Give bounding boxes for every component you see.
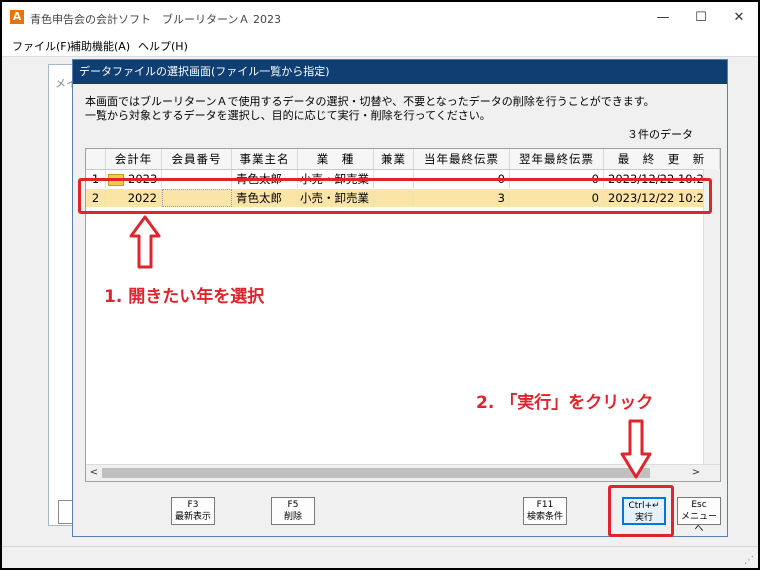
annotation-step1: 1. 開きたい年を選択 <box>104 287 265 307</box>
col-header-side-business[interactable]: 兼業 <box>374 149 414 169</box>
description-line-1: 本画面ではブルーリターンＡで使用するデータの選択・切替や、不要となったデータの削… <box>85 95 655 108</box>
search-condition-key: F11 <box>536 500 554 510</box>
refresh-label: 最新表示 <box>174 512 211 522</box>
down-arrow-icon <box>620 419 652 479</box>
back-to-menu-button[interactable]: Esc メニューへ <box>677 497 721 534</box>
search-condition-label: 検索条件 <box>526 512 563 522</box>
col-header-no <box>86 149 106 169</box>
menu-bar: ファイル(F) 補助機能(A) ヘルプ(H) <box>2 34 758 57</box>
refresh-key: F3 <box>187 500 199 510</box>
scroll-right-icon[interactable]: > <box>688 465 704 481</box>
col-header-industry[interactable]: 業 種 <box>298 149 374 169</box>
highlight-execute-button <box>608 485 674 537</box>
up-arrow-icon <box>129 215 161 269</box>
title-bar: A 青色申告会の会計ソフト ブルーリターンＡ 2023 — ☐ ✕ <box>2 2 758 34</box>
scroll-left-icon[interactable]: < <box>86 465 102 481</box>
dialog-title: データファイルの選択画面(ファイル一覧から指定) <box>73 60 727 84</box>
resize-grip-icon[interactable]: ⋰ <box>744 555 754 566</box>
description-line-2: 一覧から対象とするデータを選択し、目的に応じて実行・削除を行ってください。 <box>85 109 491 122</box>
col-header-member[interactable]: 会員番号 <box>162 149 232 169</box>
app-logo-icon: A <box>10 10 24 24</box>
col-header-owner[interactable]: 事業主名 <box>232 149 298 169</box>
delete-label: 削除 <box>283 512 302 522</box>
menu-help[interactable]: ヘルプ(H) <box>138 38 188 54</box>
close-button[interactable]: ✕ <box>724 8 754 28</box>
app-title: 青色申告会の会計ソフト ブルーリターンＡ 2023 <box>30 13 281 26</box>
maximize-button[interactable]: ☐ <box>686 8 716 28</box>
refresh-button[interactable]: F3 最新表示 <box>171 497 215 525</box>
col-header-current-voucher[interactable]: 当年最終伝票 <box>414 149 510 169</box>
back-to-menu-key: Esc <box>691 500 707 510</box>
search-condition-button[interactable]: F11 検索条件 <box>523 497 567 525</box>
menu-tools[interactable]: 補助機能(A) <box>70 38 130 54</box>
dialog-description: 本画面ではブルーリターンＡで使用するデータの選択・切替や、不要となったデータの削… <box>85 95 655 123</box>
minimize-button[interactable]: — <box>648 8 678 28</box>
col-header-next-voucher[interactable]: 翌年最終伝票 <box>510 149 604 169</box>
table-header: 会計年 会員番号 事業主名 業 種 兼業 当年最終伝票 翌年最終伝票 最 終 更… <box>86 149 720 170</box>
delete-button[interactable]: F5 削除 <box>271 497 315 525</box>
col-header-year[interactable]: 会計年 <box>106 149 162 169</box>
status-bar: ⋰ <box>2 546 758 568</box>
col-header-last-updated[interactable]: 最 終 更 新 <box>604 149 720 169</box>
delete-key: F5 <box>287 500 299 510</box>
annotation-step2: 2. 「実行」をクリック <box>476 393 654 413</box>
highlight-selected-row <box>78 178 712 214</box>
scroll-thumb[interactable] <box>102 468 650 478</box>
data-count: ３件のデータ <box>627 128 693 141</box>
back-to-menu-label: メニューへ <box>680 512 717 534</box>
menu-file[interactable]: ファイル(F) <box>12 38 71 54</box>
